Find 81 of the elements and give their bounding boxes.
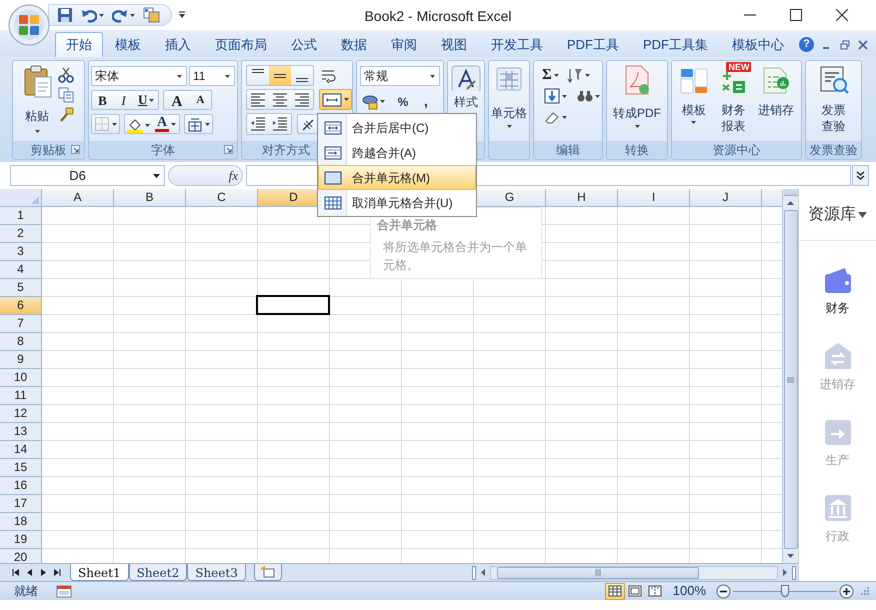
convert-pdf-button[interactable]: 转成PDF [611, 61, 663, 141]
percent-button[interactable]: % [393, 92, 413, 110]
ribbon-tab[interactable]: 开发工具 [479, 32, 555, 57]
number-format-field[interactable]: 常规 [360, 66, 440, 86]
menu-item[interactable]: 合并后居中(C) [318, 115, 476, 140]
row-header[interactable]: 19 [0, 531, 42, 549]
grow-font-button[interactable]: A [164, 91, 190, 109]
menu-item[interactable]: 合并单元格(M) [318, 165, 476, 190]
ribbon-tab[interactable]: 插入 [153, 32, 203, 57]
ribbon-tab[interactable]: 视图 [429, 32, 479, 57]
row-header[interactable]: 13 [0, 423, 42, 441]
help-button[interactable]: ? [799, 37, 814, 52]
sheet-tab[interactable]: Sheet2 [128, 564, 188, 580]
column-header[interactable]: C [186, 189, 258, 207]
column-header[interactable]: I [618, 189, 690, 207]
ribbon-tab[interactable]: PDF工具 [555, 32, 631, 57]
row-header[interactable]: 7 [0, 315, 42, 333]
autosum-button[interactable]: Σ [542, 65, 559, 85]
resource-button[interactable]: 进销存 [758, 61, 794, 141]
font-name-field[interactable]: 宋体 [91, 66, 187, 86]
group-label: 对齐方式 [262, 142, 310, 159]
underline-button[interactable]: U [134, 91, 158, 109]
shrink-font-button[interactable]: A [189, 91, 212, 109]
panel-title: 资源库 [808, 204, 856, 224]
sheet-tab[interactable]: Sheet3 [187, 564, 246, 580]
column-header[interactable]: A [42, 189, 114, 207]
row-header[interactable]: 12 [0, 405, 42, 423]
row-header[interactable]: 8 [0, 333, 42, 351]
cells-button[interactable]: 单元格 [489, 61, 529, 141]
group-label: 转换 [625, 142, 649, 159]
font-size-field[interactable]: 11 [189, 66, 235, 86]
group-label: 剪贴板 [30, 142, 66, 159]
new-badge: NEW [726, 62, 752, 72]
row-header[interactable]: 2 [0, 225, 42, 243]
column-header[interactable]: B [114, 189, 186, 207]
status-text: 就绪 [14, 583, 38, 600]
bold-button[interactable]: B [92, 91, 113, 109]
ribbon-tab[interactable]: 公式 [279, 32, 329, 57]
ribbon-tab[interactable]: 数据 [329, 32, 379, 57]
row-header[interactable]: 17 [0, 495, 42, 513]
row-header[interactable]: 14 [0, 441, 42, 459]
row-header[interactable]: 16 [0, 477, 42, 495]
row-header[interactable]: 18 [0, 513, 42, 531]
resource-button[interactable]: 模板 [678, 61, 709, 141]
tooltip-title: 合并单元格 [377, 217, 438, 234]
insert-function-button[interactable]: fx [228, 166, 238, 186]
row-header[interactable]: 9 [0, 351, 42, 369]
comma-button[interactable]: , [419, 91, 433, 112]
row-header[interactable]: 3 [0, 243, 42, 261]
resource-button[interactable]: NEW 财务报表 [718, 61, 748, 141]
window-title: Book2 - Microsoft Excel [364, 7, 512, 26]
row-header[interactable]: 15 [0, 459, 42, 477]
row-header[interactable]: 1 [0, 207, 42, 225]
group-label: 编辑 [556, 142, 580, 159]
sheet-tab[interactable]: Sheet1 [70, 564, 129, 580]
group-label: 字体 [151, 142, 175, 159]
invoice-check-button[interactable]: 发票查验 [818, 61, 848, 141]
column-header[interactable]: G [474, 189, 546, 207]
group-label: 发票查验 [810, 142, 858, 159]
row-header[interactable]: 6 [0, 297, 42, 315]
paste-button[interactable]: 粘贴 [16, 63, 58, 141]
row-header[interactable]: 5 [0, 279, 42, 297]
row-header[interactable]: 20 [0, 549, 42, 563]
tooltip-text: 将所选单元格合并为一个单元格。 [382, 239, 528, 274]
row-header[interactable]: 11 [0, 387, 42, 405]
ribbon-tab[interactable]: 审阅 [379, 32, 429, 57]
ribbon-tab[interactable]: 模板 [103, 32, 153, 57]
group-label: 资源中心 [712, 142, 760, 159]
menu-item[interactable]: 跨越合并(A) [318, 140, 476, 165]
column-header[interactable]: J [690, 189, 762, 207]
ribbon-tab[interactable]: PDF工具集 [631, 32, 720, 57]
zoom-level-text: 100% [672, 582, 706, 600]
row-header[interactable]: 4 [0, 261, 42, 279]
name-box[interactable]: D6 [10, 165, 165, 186]
row-header[interactable]: 10 [0, 369, 42, 387]
column-header[interactable]: H [546, 189, 618, 207]
resource-category[interactable]: 财务 [799, 241, 876, 317]
italic-button[interactable]: I [113, 91, 134, 109]
ribbon-tab[interactable]: 模板中心 [720, 32, 796, 57]
ribbon-tab[interactable]: 页面布局 [203, 32, 279, 57]
ribbon-tab[interactable]: 开始 [55, 32, 103, 57]
